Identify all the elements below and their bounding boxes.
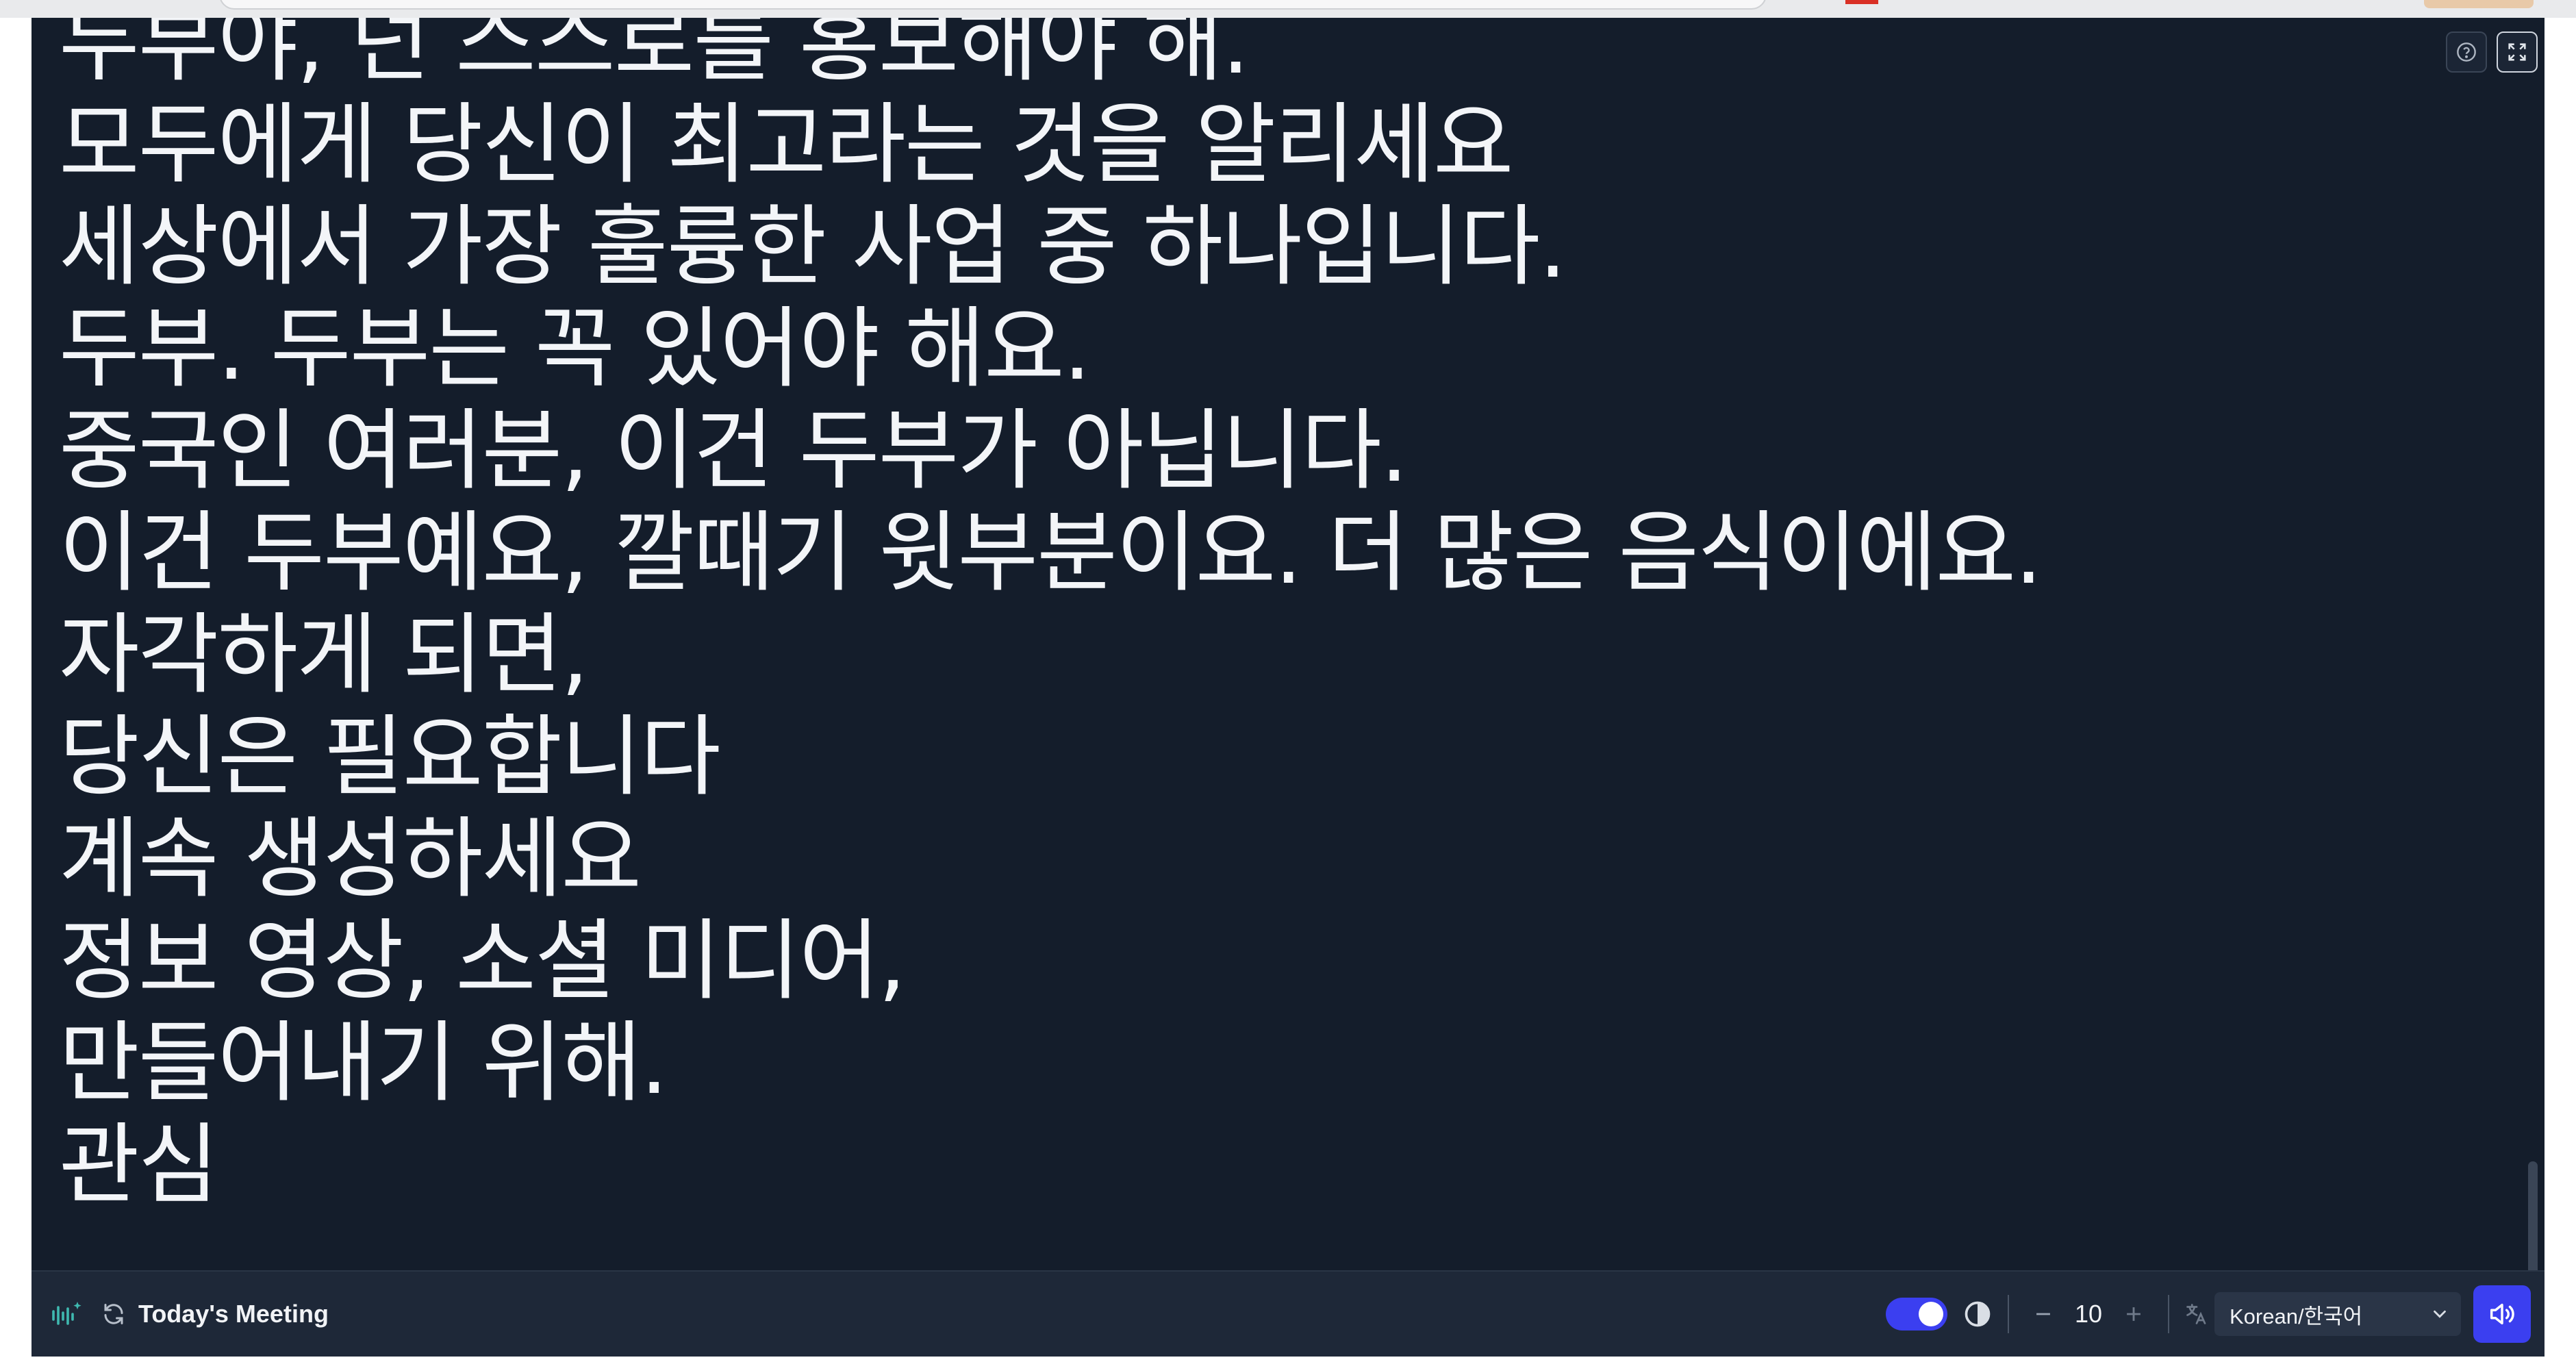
speaker-button[interactable] bbox=[2473, 1285, 2531, 1343]
profile-avatar[interactable] bbox=[2424, 0, 2534, 8]
caption-text-area: 두부야, 넌 스스로를 홍보해야 해. 모두에게 당신이 최고라는 것을 알리세… bbox=[59, 18, 2455, 1272]
caption-toggle[interactable] bbox=[1886, 1298, 1947, 1331]
caption-line: 중국인 여러분, 이건 두부가 아닙니다. bbox=[59, 400, 1409, 502]
browser-chrome-strip bbox=[0, 0, 2576, 18]
help-icon bbox=[2455, 41, 2477, 63]
caption-line: 이건 두부예요, 깔때기 윗부분이요. 더 많은 음식이에요. bbox=[59, 502, 2043, 604]
meeting-title: Today's Meeting bbox=[138, 1300, 329, 1328]
speaker-icon bbox=[2486, 1298, 2518, 1330]
waveform-sparkle-icon bbox=[51, 1299, 84, 1329]
font-size-value: 10 bbox=[2074, 1300, 2103, 1328]
font-size-increase-button[interactable] bbox=[2114, 1295, 2153, 1333]
recording-indicator bbox=[1845, 0, 1878, 4]
toolbar-divider bbox=[2168, 1295, 2169, 1333]
caption-line: 두부. 두부는 꼭 있어야 해요. bbox=[59, 298, 1091, 400]
language-value: Korean/한국어 bbox=[2230, 1304, 2363, 1328]
fullscreen-icon bbox=[2505, 40, 2529, 64]
contrast-icon[interactable] bbox=[1962, 1299, 1993, 1329]
caption-line: 계속 생성하세요 bbox=[59, 808, 642, 910]
language-select[interactable]: Korean/한국어 bbox=[2214, 1292, 2461, 1336]
caption-line: 세상에서 가장 훌륭한 사업 중 하나입니다. bbox=[59, 196, 1567, 298]
font-size-decrease-button[interactable] bbox=[2024, 1295, 2062, 1333]
translate-icon bbox=[2184, 1302, 2209, 1326]
refresh-icon[interactable] bbox=[101, 1302, 126, 1326]
help-button[interactable] bbox=[2446, 31, 2487, 73]
bottom-toolbar: Today's Meeting 10 Korean/한국어 bbox=[31, 1270, 2545, 1357]
caption-line: 관심 bbox=[59, 1114, 219, 1216]
fullscreen-button[interactable] bbox=[2497, 31, 2538, 73]
caption-line: 정보 영상, 소셜 미디어, bbox=[59, 910, 906, 1012]
caption-line: 자각하게 되면, bbox=[59, 604, 589, 706]
font-size-stepper: 10 bbox=[2024, 1295, 2153, 1333]
captions-panel: 두부야, 넌 스스로를 홍보해야 해. 모두에게 당신이 최고라는 것을 알리세… bbox=[31, 18, 2545, 1357]
chevron-down-icon bbox=[2429, 1304, 2450, 1324]
toggle-knob bbox=[1919, 1302, 1943, 1326]
caption-line: 두부야, 넌 스스로를 홍보해야 해. bbox=[59, 18, 1250, 94]
toolbar-divider bbox=[2008, 1295, 2009, 1333]
address-bar[interactable] bbox=[219, 0, 1767, 10]
caption-line: 만들어내기 위해. bbox=[59, 1012, 668, 1114]
caption-line: 당신은 필요합니다 bbox=[59, 706, 721, 808]
caption-line: 모두에게 당신이 최고라는 것을 알리세요 bbox=[59, 94, 1514, 196]
